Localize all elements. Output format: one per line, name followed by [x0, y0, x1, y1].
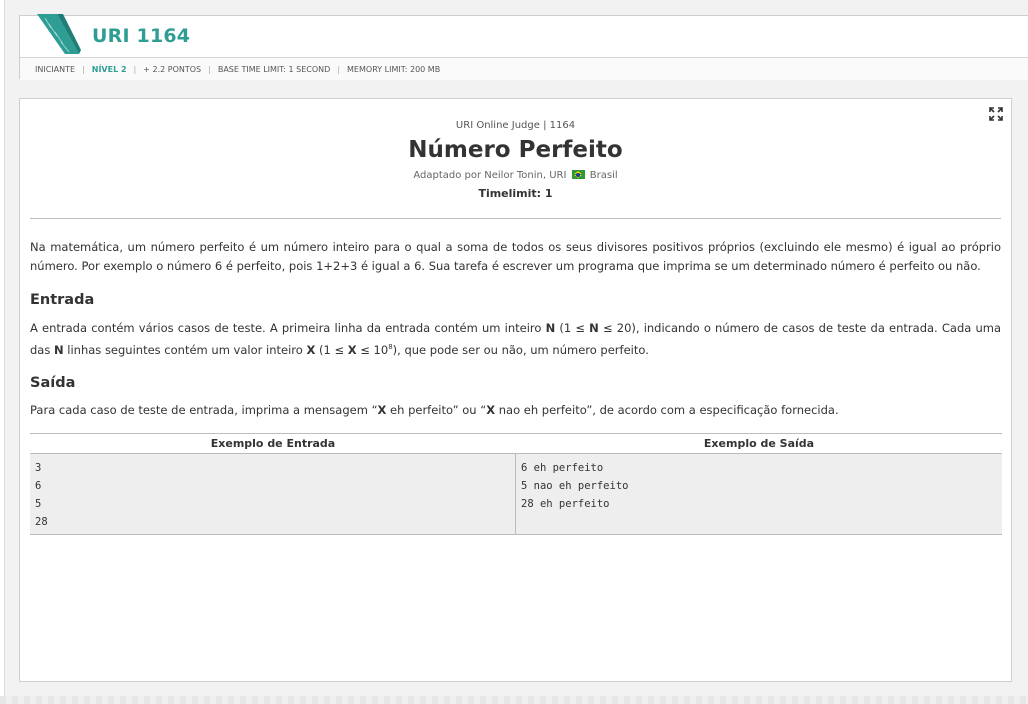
base-time-limit-label: BASE TIME LIMIT: 1 SECOND	[217, 64, 331, 74]
timelimit-label: Timelimit: 1	[478, 187, 553, 200]
input-heading: Entrada	[30, 292, 95, 308]
memory-limit-label: MEMORY LIMIT: 200 MB	[347, 64, 441, 74]
sample-input-header: Exemplo de Entrada	[210, 437, 336, 450]
problem-meta-bar: INICIANTE | NÍVEL 2 | + 2.2 PONTOS | BAS…	[20, 57, 1028, 80]
sample-input-line: 6	[35, 480, 42, 492]
problem-code-title: URI 1164	[92, 25, 191, 47]
country-text: Brasil	[589, 170, 618, 181]
sample-input-line: 28	[35, 516, 48, 528]
uri-logo-icon	[37, 14, 81, 54]
sample-output-block[interactable]: 6 eh perfeito 5 nao eh perfeito 28 eh pe…	[516, 454, 1002, 534]
points-label: + 2.2 PONTOS	[143, 64, 202, 74]
divider	[30, 218, 1001, 219]
sample-output-line: 6 eh perfeito	[521, 462, 604, 474]
sample-input-line: 3	[35, 462, 42, 474]
page-title: Número Perfeito	[408, 137, 623, 163]
sample-output-header: Exemplo de Saída	[703, 437, 815, 450]
output-description: Para cada caso de teste de entrada, impr…	[30, 403, 839, 417]
problem-statement-card: URI Online Judge | 1164 Número Perfeito …	[19, 98, 1012, 682]
sample-input-block[interactable]: 3 6 5 28	[30, 454, 516, 534]
problem-header-card: URI 1164 INICIANTE | NÍVEL 2 | + 2.2 PON…	[19, 14, 1028, 80]
output-heading: Saída	[30, 375, 76, 391]
author-text: Adaptado por Neilor Tonin, URI	[413, 170, 567, 181]
sample-table-body: 3 6 5 28 6 eh perfeito 5 nao eh perfeito…	[30, 454, 1002, 534]
author-line: Adaptado por Neilor Tonin, URI Brasil	[20, 170, 1011, 181]
page-background-strip	[0, 696, 1028, 704]
problem-description: Na matemática, um número perfeito é um n…	[30, 240, 1001, 273]
sample-output-line: 5 nao eh perfeito	[521, 480, 629, 492]
category-label[interactable]: INICIANTE	[28, 65, 82, 74]
sample-input-line: 5	[35, 498, 42, 510]
sample-io-table: Exemplo de Entrada Exemplo de Saída 3 6 …	[30, 433, 1002, 535]
expand-icon[interactable]	[989, 107, 1003, 121]
sample-output-line: 28 eh perfeito	[521, 498, 610, 510]
brazil-flag-icon	[571, 170, 585, 179]
input-description: A entrada contém vários casos de teste. …	[30, 321, 1001, 357]
judge-line: URI Online Judge | 1164	[455, 120, 576, 131]
sample-table-header: Exemplo de Entrada Exemplo de Saída	[30, 434, 1002, 454]
window-left-edge	[0, 0, 5, 704]
level-label: NÍVEL 2	[91, 64, 127, 74]
